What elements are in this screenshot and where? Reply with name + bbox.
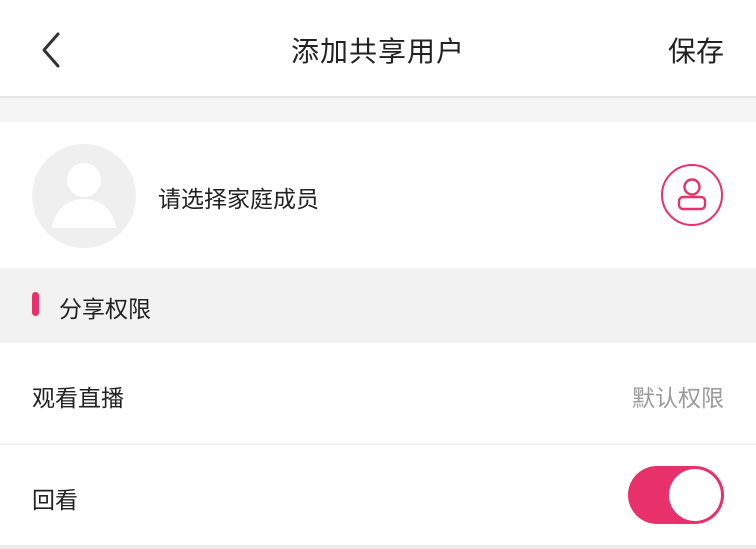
select-member-prompt[interactable]: 请选择家庭成员 [158,180,319,214]
permission-label-live: 观看直播 [32,386,124,412]
permission-row-replay: 回看 [0,445,756,545]
save-button[interactable]: 保存 [668,30,724,70]
toggle-knob[interactable] [669,469,721,521]
select-member-button[interactable] [661,164,723,226]
permission-label-replay: 回看 [32,488,78,514]
section-title: 分享权限 [59,297,151,323]
permissions-section-header: 分享权限 [0,268,756,342]
permission-value-live[interactable]: 默认权限 [632,379,724,413]
replay-toggle[interactable] [628,466,724,524]
bottom-divider [0,545,756,549]
section-marker [32,292,39,316]
avatar [32,144,136,248]
default-avatar-icon [52,163,116,228]
user-icon [677,178,707,211]
top-bar: 添加共享用户 保存 [0,0,756,98]
member-card: 请选择家庭成员 [0,122,756,268]
page-title: 添加共享用户 [290,35,465,68]
permission-row-live[interactable]: 观看直播 默认权限 [0,343,756,445]
